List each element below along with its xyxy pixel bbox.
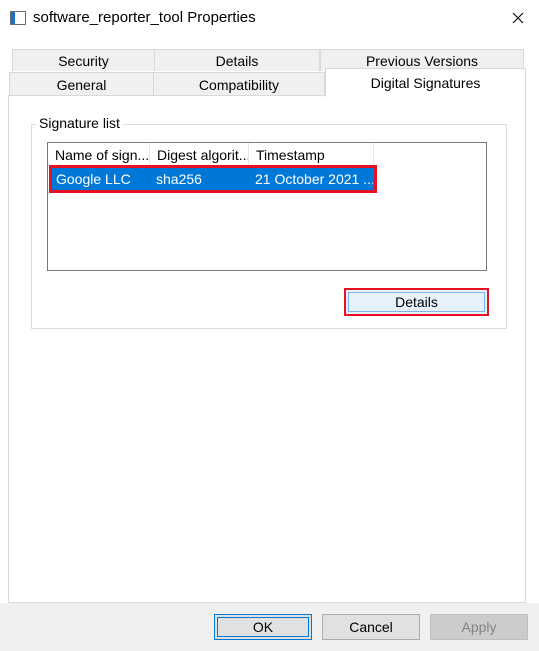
cell-signer-name: Google LLC: [56, 171, 131, 187]
tab-label: Details: [215, 52, 259, 69]
ok-button[interactable]: OK: [214, 614, 312, 640]
details-button-label: Details: [395, 294, 438, 310]
column-header-name[interactable]: Name of sign...: [48, 143, 150, 167]
column-header-timestamp[interactable]: Timestamp: [249, 143, 374, 167]
tab-general[interactable]: General: [9, 72, 154, 96]
properties-window-icon: [10, 11, 26, 25]
apply-button[interactable]: Apply: [430, 614, 528, 640]
tab-label: Security: [58, 52, 109, 69]
table-row[interactable]: Google LLC sha256 21 October 2021 ...: [49, 165, 377, 193]
tab-label: General: [56, 76, 107, 93]
tab-digital-signatures[interactable]: Digital Signatures: [325, 68, 526, 97]
tab-label: Previous Versions: [365, 52, 479, 69]
tab-compatibility[interactable]: Compatibility: [153, 72, 325, 96]
tab-label: Digital Signatures: [370, 75, 481, 91]
cell-digest-algorithm: sha256: [156, 171, 202, 187]
tab-details[interactable]: Details: [154, 49, 320, 71]
group-label: Signature list: [36, 115, 123, 131]
window-title: software_reporter_tool Properties: [33, 9, 256, 26]
cancel-button[interactable]: Cancel: [322, 614, 420, 640]
close-icon: [512, 12, 523, 24]
cell-timestamp: 21 October 2021 ...: [255, 171, 373, 187]
column-header-digest[interactable]: Digest algorit...: [150, 143, 249, 167]
tab-security[interactable]: Security: [12, 49, 155, 71]
title-bar: software_reporter_tool Properties: [0, 0, 539, 36]
tab-label: Compatibility: [198, 76, 280, 93]
details-button[interactable]: Details: [344, 288, 489, 316]
signature-listview[interactable]: Name of sign... Digest algorit... Timest…: [47, 142, 487, 271]
close-button[interactable]: [496, 0, 539, 36]
